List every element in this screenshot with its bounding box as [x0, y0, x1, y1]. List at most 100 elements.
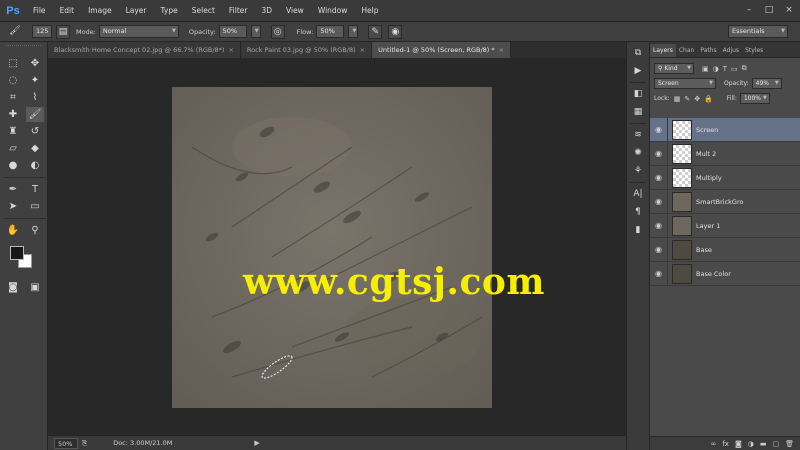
eraser-tool-icon[interactable]: ▱ — [4, 141, 22, 156]
layer-row-multiply[interactable]: ◉ Multiply — [650, 165, 800, 190]
foreground-color-swatch[interactable] — [10, 246, 24, 260]
pressure-opacity-icon[interactable]: ◎ — [270, 24, 285, 39]
eye-icon[interactable]: ◉ — [650, 213, 668, 238]
panel-grip[interactable] — [6, 45, 41, 51]
menu-edit[interactable]: Edit — [53, 0, 82, 22]
brush-size-field[interactable]: 125 — [32, 25, 52, 38]
actions-panel-icon[interactable]: ▶ — [630, 64, 646, 78]
swatches-panel-icon[interactable]: ▦ — [630, 105, 646, 119]
quick-mask-icon[interactable]: ◙ — [4, 280, 22, 295]
quick-select-tool-icon[interactable]: ✦ — [26, 73, 44, 88]
menu-view[interactable]: View — [279, 0, 311, 22]
adjustment-layer-icon[interactable]: ◑ — [748, 440, 754, 448]
layer-row-mult-2[interactable]: ◉ Mult 2 — [650, 141, 800, 166]
rectangle-tool-icon[interactable]: ▭ — [26, 199, 44, 214]
lock-all-icon[interactable]: 🔒 — [704, 95, 713, 103]
layer-opacity-field[interactable]: 49% ▼ — [751, 78, 782, 89]
layer-row-layer-1[interactable]: ◉ Layer 1 — [650, 213, 800, 238]
dodge-tool-icon[interactable]: ◐ — [26, 158, 44, 173]
menu-image[interactable]: Image — [81, 0, 119, 22]
clone-stamp-tool-icon[interactable]: ♜ — [4, 124, 22, 139]
tab-paths[interactable]: Paths — [697, 44, 719, 57]
pen-tool-icon[interactable]: ✒ — [4, 182, 22, 197]
hand-tool-icon[interactable]: ✋ — [4, 223, 22, 238]
tab-layers[interactable]: Layers — [650, 44, 676, 57]
lock-position-icon[interactable]: ✥ — [694, 95, 700, 103]
character-panel-icon[interactable]: A| — [630, 187, 646, 201]
healing-brush-tool-icon[interactable]: ✚ — [4, 107, 22, 122]
eye-icon[interactable]: ◉ — [650, 117, 668, 142]
canvas-area[interactable]: www.cgtsj.com — [48, 58, 626, 435]
maximize-icon[interactable]: □ — [764, 5, 774, 15]
history-panel-icon[interactable]: ⧉ — [630, 46, 646, 60]
airbrush-icon[interactable]: ✎ — [368, 24, 383, 39]
close-icon[interactable]: × — [360, 46, 365, 54]
lock-image-icon[interactable]: ✎ — [684, 95, 690, 103]
eye-icon[interactable]: ◉ — [650, 165, 668, 190]
filter-pixel-icon[interactable]: ▣ — [702, 65, 709, 73]
mode-select[interactable]: Normal ▼ — [98, 25, 179, 38]
opacity-field[interactable]: 50% — [218, 25, 247, 38]
workspace-select[interactable]: Essentials ▼ — [728, 25, 788, 38]
path-select-tool-icon[interactable]: ➤ — [4, 199, 22, 214]
layer-row-base[interactable]: ◉ Base — [650, 237, 800, 262]
crop-tool-icon[interactable]: ⌗ — [4, 90, 22, 105]
opacity-slider-button[interactable]: ▼ — [250, 25, 261, 38]
paint-bucket-tool-icon[interactable]: ◆ — [26, 141, 44, 156]
document-canvas[interactable] — [172, 87, 492, 408]
brush-panel-icon[interactable]: ≋ — [630, 128, 646, 142]
tab-channels[interactable]: Chan — [676, 44, 697, 57]
layer-row-base-color[interactable]: ◉ Base Color — [650, 261, 800, 286]
menu-layer[interactable]: Layer — [119, 0, 154, 22]
filter-smart-icon[interactable]: ⧉ — [742, 64, 747, 73]
tab-adjustments[interactable]: Adjus — [720, 44, 742, 57]
paragraph-panel-icon[interactable]: ¶ — [630, 205, 646, 219]
lasso-tool-icon[interactable]: ◌ — [4, 73, 22, 88]
history-brush-tool-icon[interactable]: ↺ — [26, 124, 44, 139]
layer-mask-icon[interactable]: ◙ — [735, 440, 742, 448]
close-icon[interactable]: × — [228, 46, 233, 54]
layer-row-smartbrick[interactable]: ◉ SmartBrickGro — [650, 189, 800, 214]
blur-tool-icon[interactable]: ● — [4, 158, 22, 173]
layer-style-icon[interactable]: fx — [722, 440, 729, 448]
zoom-field[interactable]: 50% — [54, 437, 78, 449]
group-folder-icon[interactable]: ▬ — [760, 440, 767, 448]
brush-panel-icon[interactable]: ▤ — [56, 24, 70, 39]
tab-rock-paint[interactable]: Rock Paint 03.jpg @ 50% (RGB/8) × — [240, 42, 373, 58]
trash-icon[interactable]: 🗑 — [785, 440, 794, 448]
filter-adjust-icon[interactable]: ◑ — [713, 65, 719, 73]
menu-help[interactable]: Help — [354, 0, 385, 22]
export-icon[interactable]: ⎘ — [82, 439, 87, 448]
close-icon[interactable]: × — [499, 46, 504, 54]
menu-type[interactable]: Type — [154, 0, 185, 22]
move-tool-icon[interactable]: ✥ — [26, 56, 44, 71]
menu-file[interactable]: File — [26, 0, 53, 22]
close-icon[interactable]: × — [784, 5, 794, 15]
status-menu-arrow-icon[interactable]: ▶ — [254, 439, 259, 447]
flow-field[interactable]: 50% — [316, 25, 345, 38]
minimize-icon[interactable]: – — [744, 5, 754, 15]
filter-shape-icon[interactable]: ▭ — [731, 65, 738, 73]
tab-untitled-1[interactable]: Untitled-1 @ 50% (Screen, RGB/8) * × — [372, 42, 512, 58]
flow-slider-button[interactable]: ▼ — [348, 25, 359, 38]
lock-transparent-icon[interactable]: ▦ — [674, 95, 681, 103]
brush-preset-icon[interactable]: 🖌 — [4, 25, 26, 39]
layer-row-screen[interactable]: ◉ Screen — [650, 117, 800, 142]
link-layers-icon[interactable]: ∞ — [711, 440, 717, 448]
eye-icon[interactable]: ◉ — [650, 261, 668, 286]
screen-mode-icon[interactable]: ▣ — [26, 280, 44, 295]
menu-select[interactable]: Select — [185, 0, 222, 22]
fill-field[interactable]: 100% ▼ — [739, 93, 770, 104]
clone-source-icon[interactable]: ⚘ — [630, 164, 646, 178]
menu-3d[interactable]: 3D — [254, 0, 279, 22]
marquee-tool-icon[interactable]: ⬚ — [4, 56, 22, 71]
filter-type-icon[interactable]: T — [723, 65, 727, 73]
color-panel-icon[interactable]: ◧ — [630, 87, 646, 101]
type-tool-icon[interactable]: T — [26, 182, 44, 197]
eye-icon[interactable]: ◉ — [650, 189, 668, 214]
eye-icon[interactable]: ◉ — [650, 141, 668, 166]
menu-window[interactable]: Window — [311, 0, 355, 22]
brush-tool-icon[interactable]: 🖌 — [26, 107, 44, 122]
blend-mode-select[interactable]: Screen ▼ — [654, 78, 716, 89]
eye-icon[interactable]: ◉ — [650, 237, 668, 262]
